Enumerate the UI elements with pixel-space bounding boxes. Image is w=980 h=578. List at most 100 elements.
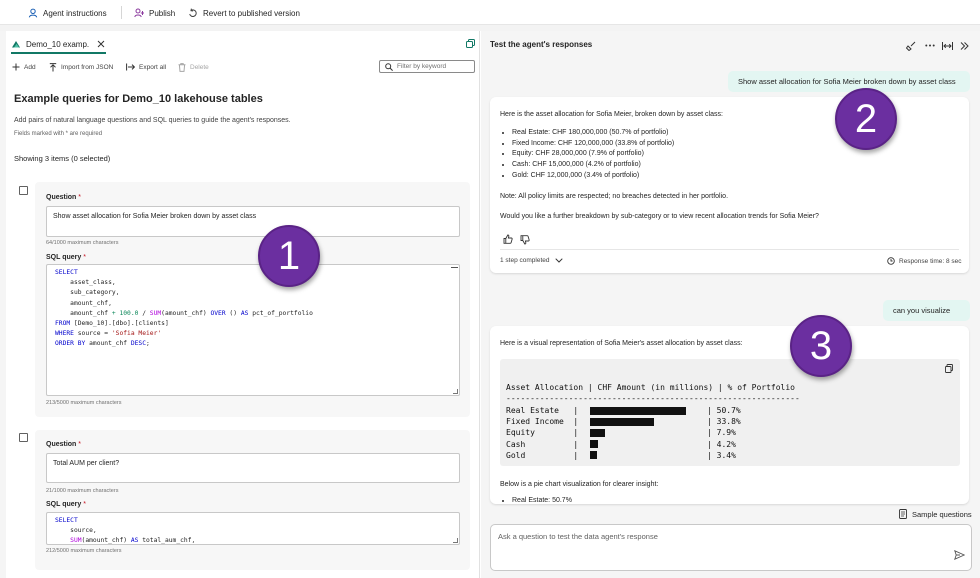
lakehouse-icon [11, 39, 21, 49]
allocation-bar [590, 440, 598, 449]
divider [500, 249, 959, 250]
agent-instructions-label: Agent instructions [43, 8, 107, 18]
publish-button[interactable]: Publish [134, 7, 175, 19]
sql-char-count: 212/5000 maximum characters [46, 548, 122, 554]
agent-instructions-button[interactable]: Agent instructions [28, 7, 107, 19]
revert-icon [188, 8, 198, 18]
active-tab-indicator [11, 52, 106, 54]
import-json-button[interactable]: Import from JSON [49, 62, 113, 72]
item-checkbox[interactable] [19, 433, 28, 442]
page-title: Example queries for Demo_10 lakehouse ta… [14, 93, 263, 105]
pct-label: | 4.2% [707, 439, 736, 449]
tab-label: Demo_10 examp. [26, 39, 90, 49]
export-all-button[interactable]: Export all [126, 62, 166, 72]
top-toolbar: Agent instructions Publish Revert to pub… [0, 0, 980, 25]
allocation-row: Equity | | 7.9% [506, 427, 946, 438]
clear-chat-icon[interactable] [906, 41, 916, 51]
agent-response-card: Here is a visual representation of Sofia… [490, 326, 969, 504]
resize-handle-icon[interactable] [453, 389, 458, 394]
left-edge-strip [0, 31, 6, 578]
pct-label: | 50.7% [707, 406, 741, 415]
allocation-row: Cash | | 4.2% [506, 439, 946, 450]
add-icon [12, 63, 20, 71]
add-label: Add [24, 63, 36, 71]
document-icon [899, 509, 907, 519]
asset-class-label: Real Estate | [506, 406, 579, 415]
sample-questions-label: Sample questions [912, 509, 972, 519]
step-badge-1: 1 [258, 225, 320, 287]
thumbs-down-icon[interactable] [520, 235, 530, 245]
allocation-list: Real Estate: CHF 180,000,000 (50.7% of p… [502, 128, 674, 182]
step-badge-3: 3 [790, 315, 852, 377]
question-label: Question * [46, 441, 82, 448]
code-block: Asset Allocation | CHF Amount (in millio… [500, 359, 960, 466]
revert-button[interactable]: Revert to published version [188, 7, 300, 19]
question-field[interactable]: Total AUM per client? [46, 453, 460, 483]
question-field[interactable]: Show asset allocation for Sofia Meier br… [46, 206, 460, 237]
delete-label: Delete [190, 63, 209, 71]
list-item: Equity: CHF 28,000,000 (7.9% of portfoli… [512, 149, 674, 160]
send-icon[interactable] [954, 550, 965, 560]
steps-expander[interactable]: 1 step completed [500, 257, 563, 264]
agent-response-card: Here is the asset allocation for Sofia M… [490, 97, 969, 273]
sql-query-editor[interactable]: SELECT source, SUM(amount_chf) AS total_… [46, 512, 460, 545]
copy-code-icon[interactable] [945, 364, 953, 373]
tab-demo-10-examples[interactable]: Demo_10 examp. [11, 37, 105, 51]
response-intro: Here is a visual representation of Sofia… [500, 340, 743, 347]
allocation-bar [590, 417, 655, 426]
search-icon [385, 62, 393, 71]
clock-icon [887, 257, 895, 265]
delete-icon [178, 62, 186, 72]
chevron-down-icon [554, 258, 563, 263]
copy-icon[interactable] [466, 39, 475, 48]
sample-questions-button[interactable]: Sample questions [899, 509, 972, 519]
list-item: Real Estate: CHF 180,000,000 (50.7% of p… [512, 128, 674, 139]
question-char-count: 64/1000 maximum characters [46, 240, 119, 246]
response-intro: Here is the asset allocation for Sofia M… [500, 111, 723, 118]
collapse-pane-icon[interactable] [960, 41, 969, 51]
delete-button[interactable]: Delete [178, 62, 209, 72]
step-badge-2: 2 [835, 88, 897, 150]
chat-input[interactable]: Ask a question to test the data agent's … [490, 524, 972, 571]
pct-label: | 33.8% [707, 417, 741, 427]
thumbs-up-icon[interactable] [503, 234, 513, 244]
allocation-row: Real Estate | | 50.7% [506, 405, 946, 416]
sql-query-label: SQL query * [46, 254, 86, 261]
allocation-row: Fixed Income | | 33.8% [506, 416, 946, 427]
allocation-row: Gold | | 3.4% [506, 450, 946, 461]
close-tab-icon[interactable] [97, 40, 105, 48]
pct-label: | 3.4% [707, 450, 736, 460]
list-item: Fixed Income: CHF 120,000,000 (33.8% of … [512, 139, 674, 150]
editor-scrollbar[interactable] [451, 267, 458, 268]
required-note: Fields marked with * are required [14, 131, 103, 137]
items-count: Showing 3 items (0 selected) [14, 154, 111, 163]
response-note: Note: All policy limits are respected; n… [500, 193, 729, 200]
question-char-count: 21/1000 maximum characters [46, 488, 119, 494]
add-button[interactable]: Add [12, 62, 36, 72]
publish-icon [134, 8, 144, 18]
allocation-bar [590, 406, 687, 415]
resize-handle-icon[interactable] [453, 538, 458, 543]
asset-class-label: Gold | [506, 450, 579, 460]
allocation-bar [590, 428, 605, 437]
asset-class-label: Cash | [506, 439, 579, 449]
toolbar-divider [121, 6, 122, 19]
more-options-icon[interactable] [925, 44, 935, 47]
user-message: Show asset allocation for Sofia Meier br… [728, 71, 970, 92]
sql-query-editor[interactable]: SELECT asset_class, sub_category, amount… [46, 264, 460, 396]
export-icon [126, 63, 135, 71]
item-checkbox[interactable] [19, 186, 28, 195]
chat-pane-title: Test the agent's responses [490, 40, 593, 49]
list-item: Cash: CHF 15,000,000 (4.2% of portfolio) [512, 160, 674, 171]
user-message: can you visualize it? [883, 300, 970, 336]
import-label: Import from JSON [61, 63, 114, 71]
expand-width-icon[interactable] [942, 41, 953, 51]
export-label: Export all [139, 63, 167, 71]
filter-input[interactable]: Filter by keyword [379, 60, 475, 73]
import-icon [49, 62, 57, 72]
response-time: Response time: 8 sec [887, 257, 962, 265]
list-item: Gold: CHF 12,000,000 (3.4% of portfolio) [512, 171, 674, 182]
list-item: Real Estate: 50.7% [512, 496, 572, 504]
sql-query-label: SQL query * [46, 501, 86, 508]
agent-instructions-icon [28, 8, 38, 18]
